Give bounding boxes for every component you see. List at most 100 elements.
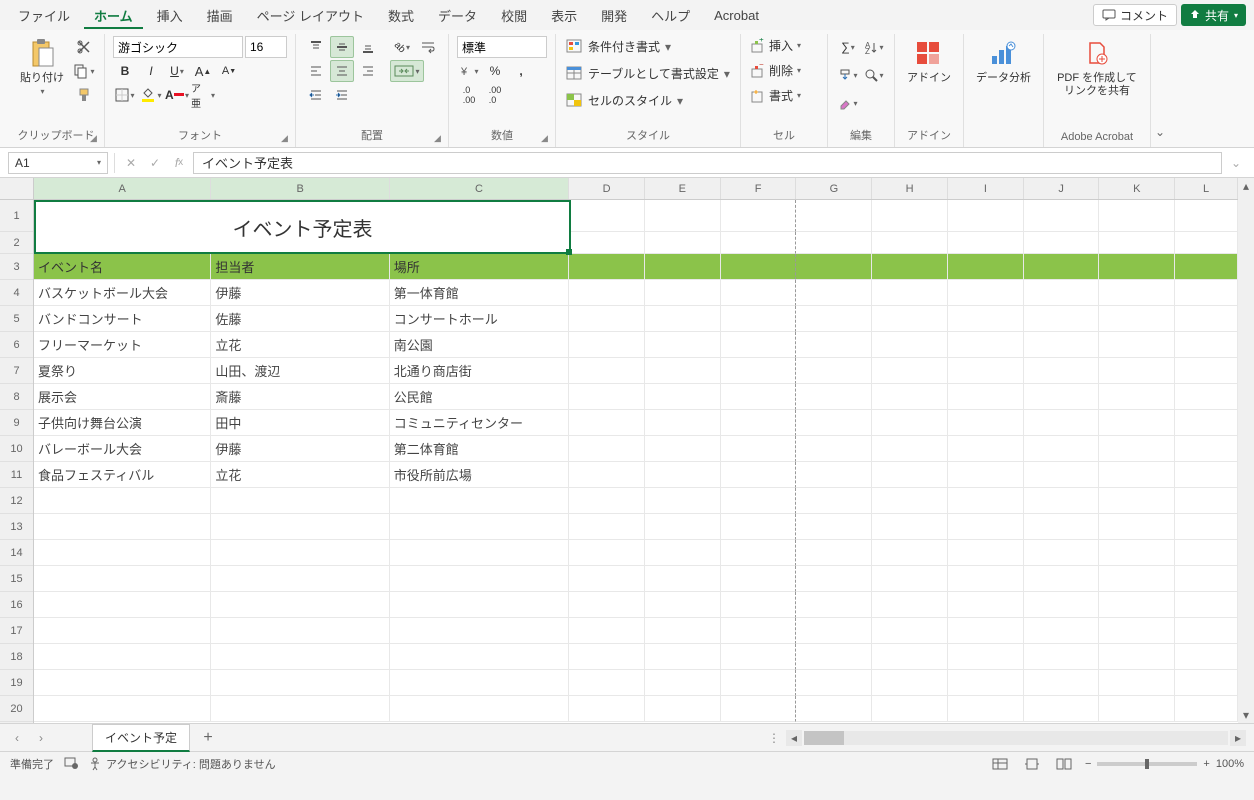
align-top-button[interactable]: [304, 36, 328, 58]
fill-color-button[interactable]: ▾: [139, 84, 163, 106]
cell[interactable]: [569, 436, 645, 462]
cell[interactable]: [569, 410, 645, 436]
normal-view-button[interactable]: [989, 755, 1011, 773]
sort-filter-button[interactable]: AZ▾: [862, 36, 886, 58]
addin-button[interactable]: アドイン: [903, 36, 955, 87]
cell[interactable]: [796, 254, 872, 280]
cell[interactable]: [872, 200, 948, 232]
cell[interactable]: [211, 670, 389, 696]
cell[interactable]: [948, 306, 1024, 332]
cell[interactable]: [1024, 358, 1100, 384]
cell[interactable]: [569, 358, 645, 384]
cell[interactable]: [34, 592, 211, 618]
border-button[interactable]: ▾: [113, 84, 137, 106]
cell[interactable]: 第一体育館: [390, 280, 569, 306]
cell[interactable]: コンサートホール: [390, 306, 569, 332]
cell[interactable]: [569, 670, 645, 696]
cell[interactable]: [1099, 566, 1175, 592]
cell[interactable]: [645, 592, 721, 618]
cell[interactable]: [1175, 670, 1238, 696]
cell[interactable]: [1175, 410, 1238, 436]
cell[interactable]: 展示会: [34, 384, 211, 410]
cell[interactable]: フリーマーケット: [34, 332, 211, 358]
cell[interactable]: [1024, 540, 1100, 566]
expand-formula-button[interactable]: ⌄: [1226, 153, 1246, 173]
cell[interactable]: [645, 618, 721, 644]
selection-handle[interactable]: [566, 249, 572, 255]
insert-function-button[interactable]: fx: [169, 153, 189, 173]
format-cells-button[interactable]: 書式▾: [749, 86, 819, 105]
cell[interactable]: [1175, 332, 1238, 358]
cell[interactable]: [211, 592, 389, 618]
cell[interactable]: [948, 566, 1024, 592]
cell[interactable]: 夏祭り: [34, 358, 211, 384]
cell[interactable]: 子供向け舞台公演: [34, 410, 211, 436]
col-header-E[interactable]: E: [645, 178, 721, 199]
cell[interactable]: [1099, 254, 1175, 280]
cell[interactable]: [645, 254, 721, 280]
name-box[interactable]: A1▾: [8, 152, 108, 174]
row-header-1[interactable]: 1: [0, 200, 33, 232]
cell[interactable]: [645, 358, 721, 384]
cell[interactable]: [796, 436, 872, 462]
cell[interactable]: [645, 200, 721, 232]
cell[interactable]: [645, 280, 721, 306]
cell[interactable]: 公民館: [390, 384, 569, 410]
cell[interactable]: [872, 306, 948, 332]
cell[interactable]: [948, 232, 1024, 254]
row-header-4[interactable]: 4: [0, 280, 33, 306]
paste-button[interactable]: 貼り付け▾: [16, 36, 68, 100]
cell[interactable]: [1024, 232, 1100, 254]
increase-font-button[interactable]: A▲: [191, 60, 215, 82]
cell[interactable]: [721, 462, 797, 488]
accessibility-status[interactable]: アクセシビリティ: 問題ありません: [88, 756, 276, 772]
row-header-7[interactable]: 7: [0, 358, 33, 384]
cell[interactable]: [211, 566, 389, 592]
cell[interactable]: [721, 514, 797, 540]
cell[interactable]: [721, 644, 797, 670]
cell[interactable]: [645, 410, 721, 436]
cell[interactable]: [211, 488, 389, 514]
scroll-right-button[interactable]: ▸: [1230, 730, 1246, 746]
cell[interactable]: [948, 696, 1024, 722]
cell[interactable]: [872, 384, 948, 410]
row-header-16[interactable]: 16: [0, 592, 33, 618]
cell[interactable]: [721, 696, 797, 722]
cell[interactable]: [1175, 540, 1238, 566]
cell[interactable]: バスケットボール大会: [34, 280, 211, 306]
cell[interactable]: [569, 540, 645, 566]
col-header-I[interactable]: I: [948, 178, 1024, 199]
cell[interactable]: [796, 306, 872, 332]
cell[interactable]: [211, 644, 389, 670]
scroll-left-button[interactable]: ◂: [786, 730, 802, 746]
cell[interactable]: [721, 436, 797, 462]
formula-input[interactable]: イベント予定表: [193, 152, 1222, 174]
cell[interactable]: [721, 232, 797, 254]
cell[interactable]: [211, 696, 389, 722]
cell[interactable]: 食品フェスティバル: [34, 462, 211, 488]
cell[interactable]: [645, 540, 721, 566]
cell[interactable]: 斎藤: [211, 384, 389, 410]
cell[interactable]: [390, 514, 569, 540]
copy-button[interactable]: ▾: [72, 60, 96, 82]
comment-button[interactable]: コメント: [1093, 4, 1177, 26]
cell[interactable]: [721, 592, 797, 618]
vertical-scrollbar[interactable]: ▴ ▾: [1238, 178, 1254, 723]
cell[interactable]: [948, 254, 1024, 280]
row-header-17[interactable]: 17: [0, 618, 33, 644]
add-sheet-button[interactable]: +: [196, 726, 220, 750]
cell[interactable]: [1175, 384, 1238, 410]
cell[interactable]: [569, 462, 645, 488]
zoom-level[interactable]: 100%: [1216, 758, 1244, 770]
cell[interactable]: [34, 618, 211, 644]
cell[interactable]: [872, 436, 948, 462]
cell[interactable]: [645, 670, 721, 696]
cell[interactable]: [1099, 332, 1175, 358]
increase-indent-button[interactable]: [330, 84, 354, 106]
cell[interactable]: [796, 644, 872, 670]
accounting-button[interactable]: ¥▾: [457, 60, 481, 82]
menu-file[interactable]: ファイル: [8, 2, 80, 29]
collapse-ribbon-button[interactable]: ⌄: [1151, 34, 1169, 147]
align-middle-button[interactable]: [330, 36, 354, 58]
cell[interactable]: [872, 358, 948, 384]
